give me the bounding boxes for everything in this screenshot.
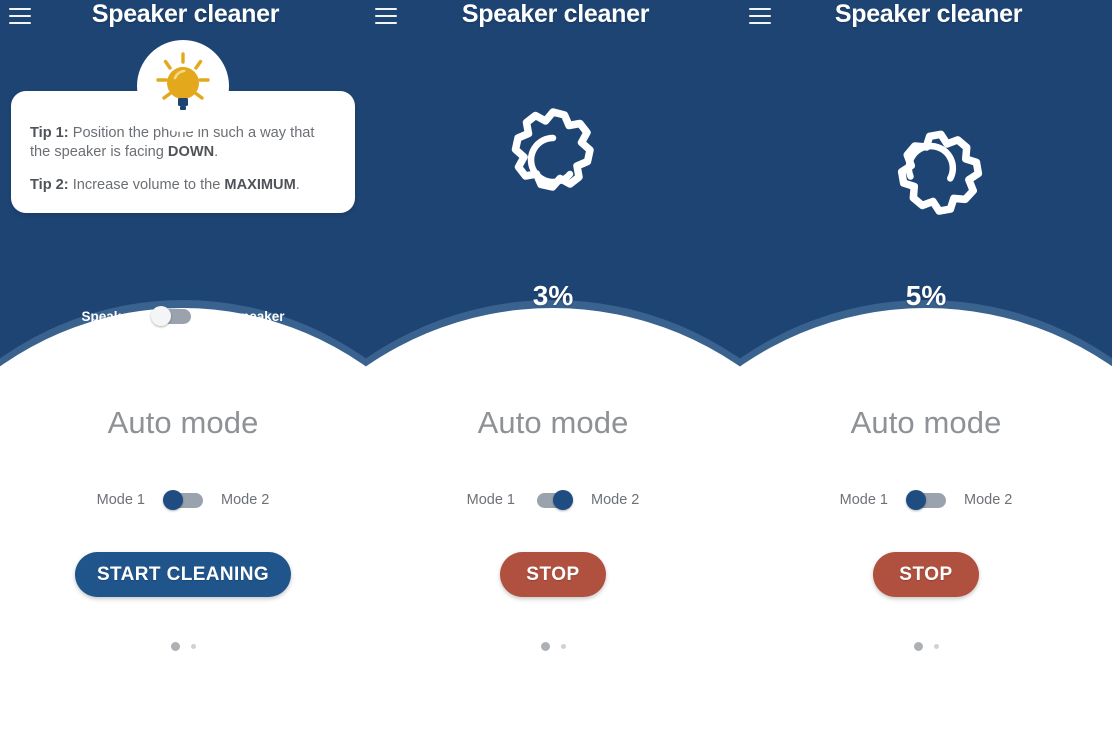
page-title: Speaker cleaner bbox=[771, 2, 1086, 27]
page-dot-active[interactable] bbox=[541, 642, 550, 651]
page-title: Speaker cleaner bbox=[397, 2, 714, 27]
gear-spinner-icon bbox=[486, 98, 621, 233]
three-panel-screenshot-strip: Speaker cleaner Tip bbox=[0, 0, 1112, 752]
mode-toggle-left-label: Mode 1 bbox=[97, 492, 145, 508]
arc-band-white bbox=[740, 308, 1112, 400]
page-indicator bbox=[366, 642, 740, 651]
hamburger-menu-icon[interactable] bbox=[9, 8, 31, 24]
lightbulb-icon bbox=[137, 40, 229, 132]
page-dot-active[interactable] bbox=[171, 642, 180, 651]
page-dot-active[interactable] bbox=[914, 642, 923, 651]
phone-panel-tips: Speaker cleaner Tip bbox=[0, 0, 366, 752]
lower-controls-area: Auto mode Mode 1 Mode 2 START CLEANING bbox=[0, 400, 366, 752]
primary-action-row: STOP bbox=[740, 552, 1112, 597]
mode-toggle-row: Mode 1 Mode 2 bbox=[740, 490, 1112, 510]
stop-button[interactable]: STOP bbox=[873, 552, 978, 597]
section-title: Auto mode bbox=[740, 405, 1112, 441]
hamburger-menu-icon[interactable] bbox=[749, 8, 771, 24]
mode-toggle-right-label: Mode 2 bbox=[964, 492, 1012, 508]
page-indicator bbox=[740, 642, 1112, 651]
tip-2-end: . bbox=[296, 177, 300, 193]
page-indicator bbox=[0, 642, 366, 651]
phone-panel-cleaning-3: Speaker cleaner 3% Auto mode Mode 1 Mode… bbox=[366, 0, 740, 752]
section-title: Auto mode bbox=[366, 405, 740, 441]
progress-percent: 3% bbox=[366, 280, 740, 312]
progress-percent: 5% bbox=[740, 280, 1112, 312]
primary-action-row: START CLEANING bbox=[0, 552, 366, 597]
tip-2-text: Increase volume to the bbox=[69, 177, 225, 193]
section-title: Auto mode bbox=[0, 405, 366, 441]
lower-controls-area: Auto mode Mode 1 Mode 2 STOP bbox=[740, 400, 1112, 752]
tip-2-label: Tip 2: bbox=[30, 177, 69, 193]
arc-band-white bbox=[366, 308, 740, 400]
mode-toggle-right-label: Mode 2 bbox=[591, 492, 639, 508]
hamburger-menu-icon[interactable] bbox=[375, 8, 397, 24]
mode-toggle-row: Mode 1 Mode 2 bbox=[366, 490, 740, 510]
tip-1-emphasis: DOWN bbox=[168, 144, 214, 160]
page-dot[interactable] bbox=[561, 644, 566, 649]
tip-1-label: Tip 1: bbox=[30, 125, 69, 141]
gear-spinner-icon bbox=[859, 98, 994, 233]
mode-toggle-left-label: Mode 1 bbox=[840, 492, 888, 508]
mode-toggle-switch[interactable] bbox=[533, 490, 573, 510]
app-header: Speaker cleaner bbox=[366, 0, 740, 32]
stop-button[interactable]: STOP bbox=[500, 552, 605, 597]
lower-controls-area: Auto mode Mode 1 Mode 2 STOP bbox=[366, 400, 740, 752]
speaker-toggle-left-label: Speaker bbox=[81, 309, 134, 324]
app-header: Speaker cleaner bbox=[0, 0, 366, 32]
speaker-toggle-switch[interactable] bbox=[151, 306, 191, 326]
mode-toggle-right-label: Mode 2 bbox=[221, 492, 269, 508]
start-cleaning-button[interactable]: START CLEANING bbox=[75, 552, 291, 597]
tip-2: Tip 2: Increase volume to the MAXIMUM. bbox=[30, 176, 336, 195]
primary-action-row: STOP bbox=[366, 552, 740, 597]
mode-toggle-switch[interactable] bbox=[163, 490, 203, 510]
page-title: Speaker cleaner bbox=[31, 2, 340, 27]
speaker-mode-toggle-row: Speaker Ear speaker bbox=[0, 306, 366, 326]
page-dot[interactable] bbox=[191, 644, 196, 649]
mode-toggle-row: Mode 1 Mode 2 bbox=[0, 490, 366, 510]
phone-panel-cleaning-5: Speaker cleaner 5% Auto mode Mode 1 Mode… bbox=[740, 0, 1112, 752]
speaker-toggle-right-label: Ear speaker bbox=[208, 309, 285, 324]
app-header: Speaker cleaner bbox=[740, 0, 1112, 32]
tip-2-emphasis: MAXIMUM bbox=[224, 177, 295, 193]
mode-toggle-left-label: Mode 1 bbox=[467, 492, 515, 508]
page-dot[interactable] bbox=[934, 644, 939, 649]
tip-1-end: . bbox=[214, 144, 218, 160]
mode-toggle-switch[interactable] bbox=[906, 490, 946, 510]
